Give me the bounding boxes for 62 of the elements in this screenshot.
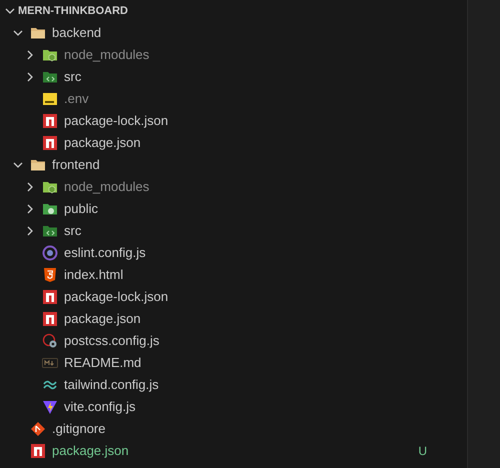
explorer-section-header[interactable]: MERN-THINKBOARD [0, 0, 467, 22]
markdown-icon [42, 355, 58, 371]
folder-row[interactable]: src [0, 66, 467, 88]
folder-row[interactable]: node_modules [0, 176, 467, 198]
file-name: eslint.config.js [64, 244, 146, 262]
folder-name: backend [52, 24, 102, 42]
file-row[interactable]: .env [0, 88, 467, 110]
file-row[interactable]: postcss.config.js [0, 330, 467, 352]
npm-icon [42, 135, 58, 151]
file-row[interactable]: .gitignore [0, 418, 467, 440]
file-name: package-lock.json [64, 112, 168, 130]
file-row[interactable]: package-lock.json [0, 286, 467, 308]
file-row[interactable]: eslint.config.js [0, 242, 467, 264]
file-name: package.json [52, 442, 129, 460]
file-row[interactable]: vite.config.js [0, 396, 467, 418]
file-name: tailwind.config.js [64, 376, 159, 394]
folder-name: node_modules [64, 178, 150, 196]
folder-name: frontend [52, 156, 100, 174]
file-row[interactable]: package.json U [0, 440, 467, 462]
vite-icon [42, 399, 58, 415]
file-name: package.json [64, 134, 141, 152]
npm-icon [42, 289, 58, 305]
folder-name: public [64, 200, 98, 218]
file-name: package-lock.json [64, 288, 168, 306]
file-name: README.md [64, 354, 142, 372]
npm-icon [42, 311, 58, 327]
npm-icon [42, 113, 58, 129]
folder-icon [30, 25, 46, 41]
env-file-icon [42, 91, 58, 107]
folder-row[interactable]: node_modules [0, 44, 467, 66]
file-row[interactable]: package.json [0, 308, 467, 330]
folder-code-icon [42, 223, 58, 239]
folder-hexagon-icon [42, 47, 58, 63]
folder-code-icon [42, 69, 58, 85]
git-icon [30, 421, 46, 437]
folder-name: src [64, 68, 82, 86]
file-name: vite.config.js [64, 398, 136, 416]
eslint-icon [42, 245, 58, 261]
file-row[interactable]: package-lock.json [0, 110, 467, 132]
folder-hexagon-icon [42, 179, 58, 195]
folder-name: src [64, 222, 82, 240]
folder-row[interactable]: src [0, 220, 467, 242]
folder-globe-icon [42, 201, 58, 217]
file-name: postcss.config.js [64, 332, 160, 350]
postcss-gear-icon [42, 333, 58, 349]
html-icon [42, 267, 58, 283]
file-row[interactable]: README.md [0, 352, 467, 374]
file-name: package.json [64, 310, 141, 328]
file-row[interactable]: tailwind.config.js [0, 374, 467, 396]
git-status-label: U [418, 443, 427, 460]
file-name: .env [64, 90, 89, 108]
folder-row[interactable]: public [0, 198, 467, 220]
file-name: .gitignore [52, 420, 106, 438]
file-name: index.html [64, 266, 124, 284]
file-row[interactable]: package.json [0, 132, 467, 154]
folder-row[interactable]: backend [0, 22, 467, 44]
project-title: MERN-THINKBOARD [18, 4, 128, 19]
folder-icon [30, 157, 46, 173]
folder-row[interactable]: frontend [0, 154, 467, 176]
npm-icon [30, 443, 46, 459]
file-row[interactable]: index.html [0, 264, 467, 286]
folder-name: node_modules [64, 46, 150, 64]
